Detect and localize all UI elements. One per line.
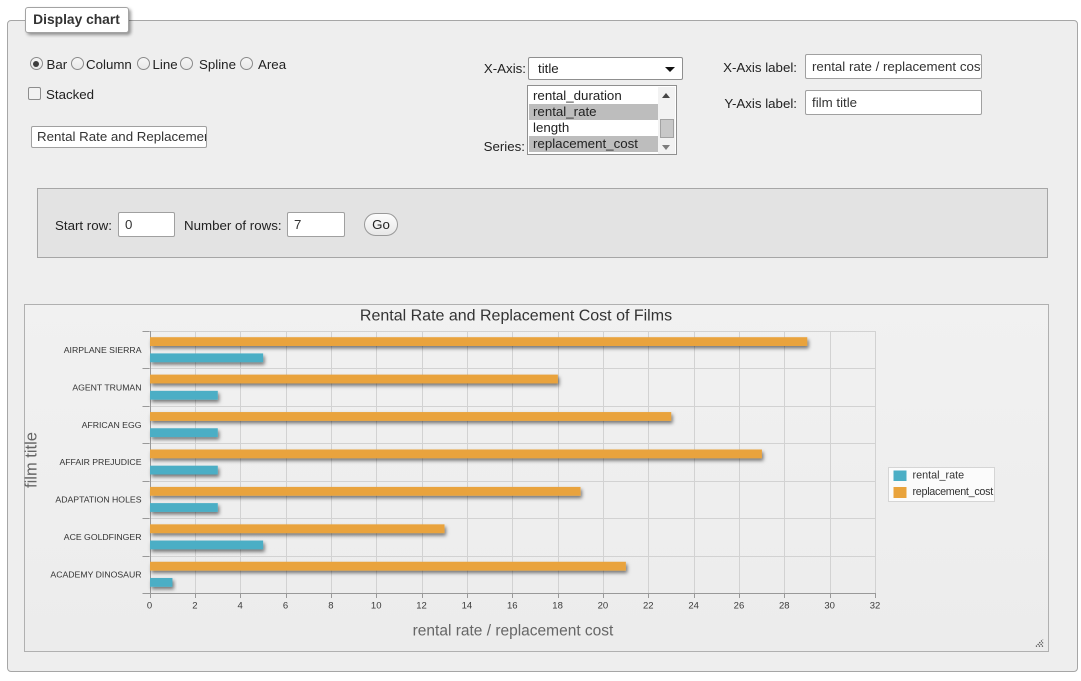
svg-text:rental rate / replacement cost: rental rate / replacement cost: [413, 623, 614, 640]
svg-text:32: 32: [870, 601, 881, 612]
svg-text:replacement_cost: replacement_cost: [913, 486, 994, 498]
svg-text:Rental Rate and Replacement Co: Rental Rate and Replacement Cost of Film…: [360, 307, 672, 324]
svg-text:18: 18: [552, 601, 563, 612]
svg-text:22: 22: [643, 601, 654, 612]
svg-text:ADAPTATION HOLES: ADAPTATION HOLES: [55, 495, 141, 505]
svg-text:20: 20: [598, 601, 609, 612]
svg-text:16: 16: [507, 601, 518, 612]
svg-text:4: 4: [238, 601, 243, 612]
svg-text:2: 2: [192, 601, 197, 612]
svg-text:AFRICAN EGG: AFRICAN EGG: [82, 420, 142, 430]
svg-text:film title: film title: [24, 432, 41, 488]
svg-text:rental_rate: rental_rate: [913, 470, 965, 482]
svg-text:AFFAIR PREJUDICE: AFFAIR PREJUDICE: [59, 457, 141, 467]
svg-text:AIRPLANE SIERRA: AIRPLANE SIERRA: [64, 345, 142, 355]
svg-text:28: 28: [779, 601, 790, 612]
svg-text:0: 0: [147, 601, 152, 612]
svg-text:14: 14: [462, 601, 473, 612]
svg-text:30: 30: [824, 601, 835, 612]
svg-text:8: 8: [328, 601, 333, 612]
svg-text:26: 26: [734, 601, 745, 612]
svg-text:AGENT TRUMAN: AGENT TRUMAN: [72, 382, 141, 392]
svg-text:24: 24: [688, 601, 699, 612]
svg-text:ACADEMY DINOSAUR: ACADEMY DINOSAUR: [50, 569, 141, 579]
svg-text:12: 12: [416, 601, 427, 612]
svg-text:10: 10: [371, 601, 382, 612]
svg-text:ACE GOLDFINGER: ACE GOLDFINGER: [64, 532, 142, 542]
svg-text:6: 6: [283, 601, 288, 612]
